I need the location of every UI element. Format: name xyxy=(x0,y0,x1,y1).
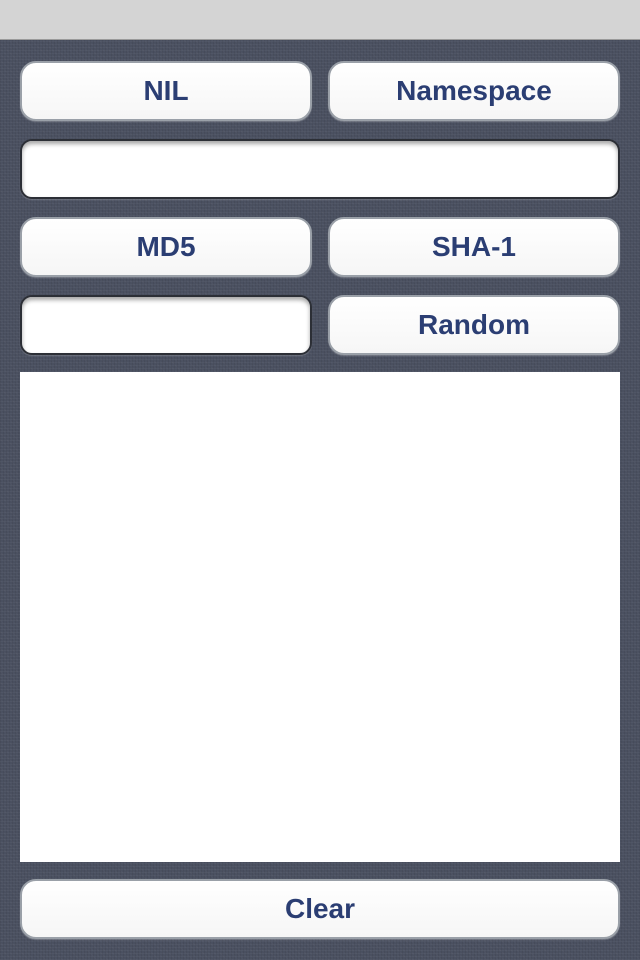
md5-button[interactable]: MD5 xyxy=(20,217,312,277)
namespace-input[interactable] xyxy=(20,139,620,199)
uuid-output-area[interactable] xyxy=(20,372,620,862)
name-input[interactable] xyxy=(20,295,312,355)
random-button[interactable]: Random xyxy=(328,295,620,355)
namespace-button[interactable]: Namespace xyxy=(328,61,620,121)
clear-button[interactable]: Clear xyxy=(20,879,620,939)
nil-button[interactable]: NIL xyxy=(20,61,312,121)
status-bar xyxy=(0,0,640,40)
sha1-button[interactable]: SHA-1 xyxy=(328,217,620,277)
